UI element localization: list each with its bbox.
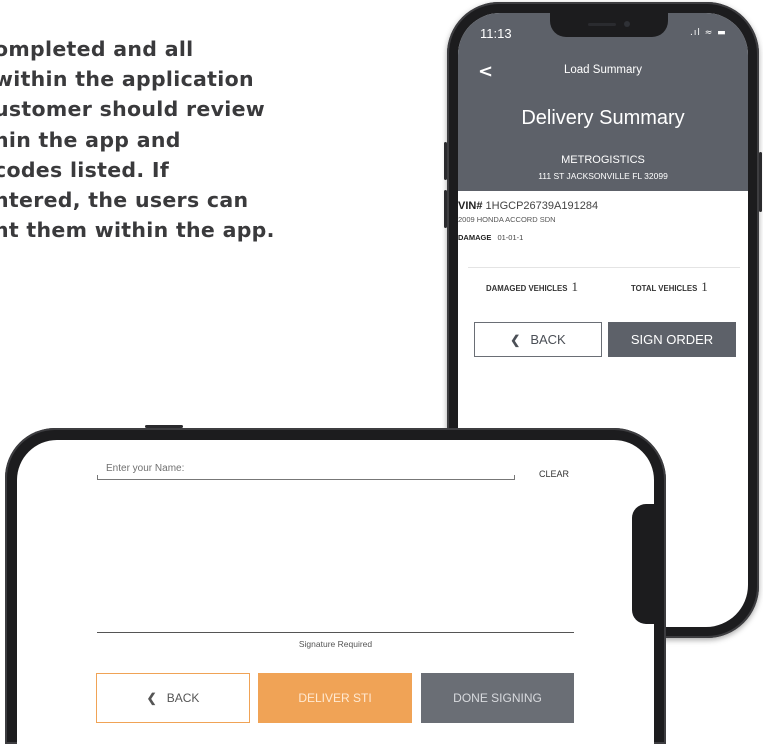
promo-line: nt them within the app. xyxy=(0,218,275,243)
damage-label: DAMAGE xyxy=(458,233,492,242)
sign-order-label: SIGN ORDER xyxy=(630,332,714,347)
total-label: TOTAL VEHICLES xyxy=(631,284,698,293)
landscape-phone: Enter your Name: CLEAR Signature Require… xyxy=(5,425,666,744)
back-label: BACK xyxy=(530,332,566,347)
done-signing-button[interactable]: DONE SIGNING xyxy=(421,673,574,723)
deliver-label: DELIVER STI xyxy=(298,691,372,705)
name-underline xyxy=(97,479,515,480)
promo-line: within the application xyxy=(0,67,254,92)
landscape-screen: Enter your Name: CLEAR Signature Require… xyxy=(17,440,654,744)
phone-power-button xyxy=(759,152,762,212)
phone-side-button xyxy=(145,425,183,428)
vin-line: VIN# 1HGCP26739A191284 xyxy=(458,200,598,212)
back-label: BACK xyxy=(166,691,200,705)
sign-order-button[interactable]: SIGN ORDER xyxy=(608,322,736,357)
chevron-left-icon: ❮ xyxy=(510,332,521,347)
damage-code: 01-01-1 xyxy=(497,233,524,242)
phone-notch xyxy=(632,504,654,624)
underline-tick xyxy=(514,475,515,480)
vehicle-description: 2009 HONDA ACCORD SDN xyxy=(458,215,556,224)
promo-line: codes listed. If xyxy=(0,157,170,182)
company-address: 111 ST JACKSONVILLE FL 32099 xyxy=(538,171,668,181)
promo-line: ntered, the users can xyxy=(0,188,249,213)
total-count: 1 xyxy=(701,279,708,294)
damaged-vehicles: DAMAGED VEHICLES 1 xyxy=(486,279,578,295)
total-vehicles: TOTAL VEHICLES 1 xyxy=(631,279,708,295)
done-signing-label: DONE SIGNING xyxy=(453,691,542,705)
promo-line: ompleted and all xyxy=(0,37,194,61)
vin-value: 1HGCP26739A191284 xyxy=(485,200,599,212)
deliver-button[interactable]: DELIVER STI xyxy=(258,673,412,723)
summary-header: 11:13 .ıl ≈ ▬ < Load Summary Delivery Su… xyxy=(458,13,748,191)
damaged-label: DAMAGED VEHICLES xyxy=(486,284,568,293)
phone-notch xyxy=(550,13,668,37)
damaged-count: 1 xyxy=(571,279,578,294)
damage-line: DAMAGE 01-01-1 xyxy=(458,233,523,242)
signature-label: Signature Required xyxy=(298,639,373,649)
name-input[interactable]: Enter your Name: xyxy=(106,463,184,474)
promo-line: ustomer should review xyxy=(0,97,266,122)
chevron-left-icon: ❮ xyxy=(146,691,157,705)
camera-icon xyxy=(624,21,630,27)
divider xyxy=(468,267,740,268)
underline-tick xyxy=(97,475,98,480)
speaker-grille xyxy=(588,23,616,26)
back-button[interactable]: ❮ BACK xyxy=(474,322,602,357)
promo-text: ompleted and all within the application … xyxy=(0,34,424,245)
signature-line xyxy=(97,632,574,633)
vin-label: VIN# xyxy=(458,200,483,212)
status-icons: .ıl ≈ ▬ xyxy=(690,28,727,38)
promo-line: hin the app and xyxy=(0,127,181,152)
signature-pad[interactable] xyxy=(97,490,574,630)
back-button[interactable]: ❮ BACK xyxy=(96,673,250,723)
phone-side-button xyxy=(444,190,447,228)
nav-title: Load Summary xyxy=(564,64,642,76)
company-name: METROGISTICS xyxy=(561,154,645,166)
clear-button[interactable]: CLEAR xyxy=(539,469,569,479)
page-title: Delivery Summary xyxy=(521,107,685,129)
status-time: 11:13 xyxy=(480,26,512,41)
phone-side-button xyxy=(444,142,447,180)
